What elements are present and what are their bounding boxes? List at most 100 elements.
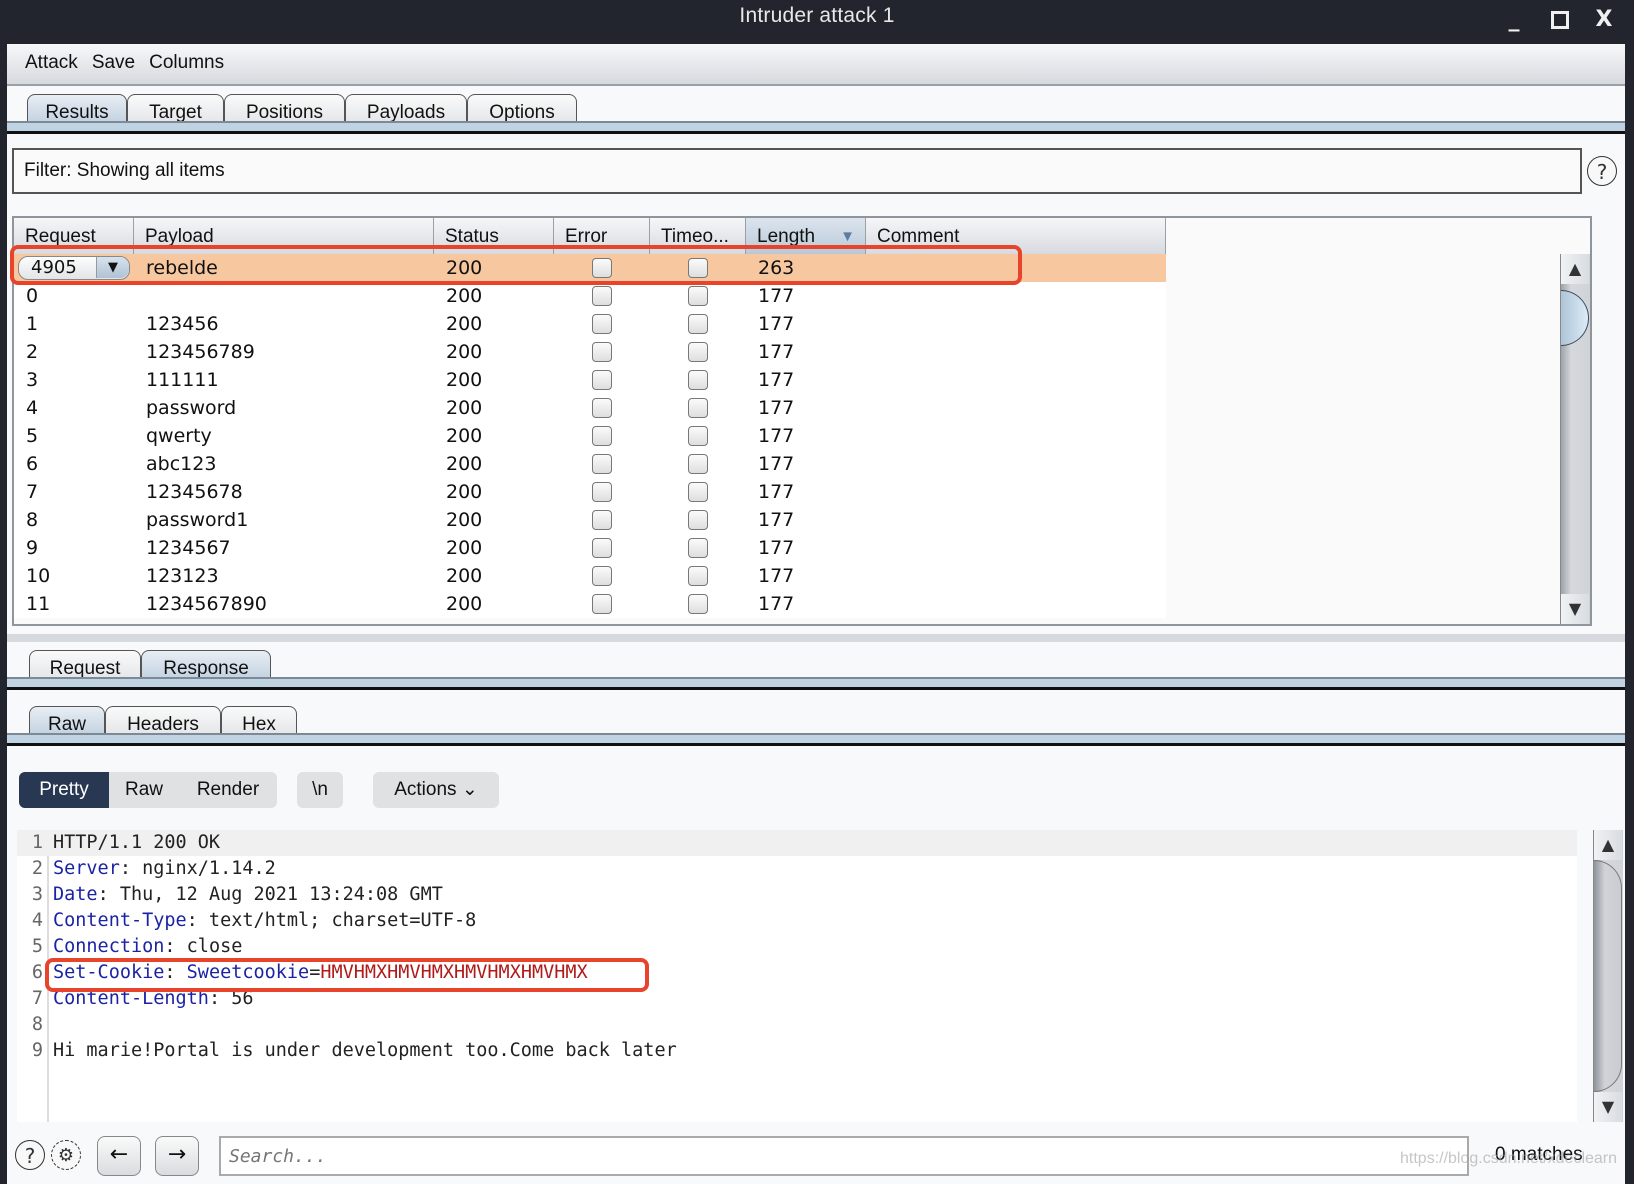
col-error[interactable]: Error [554, 218, 650, 254]
newline-button[interactable]: \n [297, 772, 343, 808]
code-line: 5 Connection: close [17, 934, 1577, 960]
line-number: 5 [31, 936, 43, 957]
length-cell: 177 [758, 285, 795, 307]
close-icon[interactable]: X [1590, 6, 1618, 34]
scroll-up-icon[interactable]: ▲ [1561, 254, 1589, 284]
request-selector[interactable]: 4905 ▼ [18, 256, 130, 280]
col-payload[interactable]: Payload [134, 218, 434, 254]
menu-save[interactable]: Save [92, 52, 135, 74]
scroll-down-icon[interactable]: ▼ [1594, 1092, 1622, 1122]
menu-columns[interactable]: Columns [149, 52, 224, 74]
table-row-selected[interactable]: 4905 ▼ rebelde 200 263 [14, 254, 1166, 282]
tab-underline [7, 121, 1625, 134]
col-comment[interactable]: Comment [866, 218, 1166, 254]
col-length[interactable]: Length ▼ [746, 218, 866, 254]
scroll-thumb[interactable] [1594, 860, 1622, 1092]
length-cell: 177 [758, 397, 795, 419]
scroll-up-icon[interactable]: ▲ [1594, 830, 1622, 860]
maximize-icon[interactable] [1546, 6, 1574, 34]
menu-attack[interactable]: Attack [25, 52, 78, 74]
table-row[interactable]: 11 1234567890 200 177 [14, 590, 1166, 618]
timeout-checkbox[interactable] [688, 314, 708, 334]
status-cell: 200 [446, 425, 483, 447]
error-checkbox[interactable] [592, 370, 612, 390]
table-row[interactable]: 7 12345678 200 177 [14, 478, 1166, 506]
render-button[interactable]: Render [179, 772, 277, 808]
response-editor[interactable]: 1 HTTP/1.1 200 OK 2 Server: nginx/1.14.2 3 Da… [17, 830, 1577, 1122]
table-row[interactable]: 1 123456 200 177 [14, 310, 1166, 338]
search-input[interactable] [219, 1136, 1469, 1176]
error-checkbox[interactable] [592, 426, 612, 446]
pretty-button[interactable]: Pretty [19, 772, 109, 808]
timeout-checkbox[interactable] [688, 482, 708, 502]
timeout-checkbox[interactable] [688, 370, 708, 390]
table-row[interactable]: 0 200 177 [14, 282, 1166, 310]
split-divider[interactable] [7, 634, 1625, 642]
error-checkbox[interactable] [592, 286, 612, 306]
timeout-checkbox[interactable] [688, 566, 708, 586]
error-checkbox[interactable] [592, 258, 612, 278]
table-row[interactable]: 4 password 200 177 [14, 394, 1166, 422]
payload-cell: 1234567 [146, 537, 231, 559]
timeout-checkbox[interactable] [688, 258, 708, 278]
error-checkbox[interactable] [592, 314, 612, 334]
table-row[interactable]: 2 123456789 200 177 [14, 338, 1166, 366]
error-checkbox[interactable] [592, 510, 612, 530]
error-checkbox[interactable] [592, 342, 612, 362]
error-checkbox[interactable] [592, 454, 612, 474]
header-colon: : [97, 884, 109, 905]
table-row[interactable]: 10 123123 200 177 [14, 562, 1166, 590]
line-content: Content-Length: 56 [53, 986, 254, 1012]
actions-button[interactable]: Actions ⌄ [373, 772, 499, 808]
title-bar: Intruder attack 1 _ X [0, 0, 1634, 44]
previous-match-button[interactable]: ← [97, 1136, 141, 1176]
table-row[interactable]: 3 111111 200 177 [14, 366, 1166, 394]
line-text: Hi marie!Portal is under development too… [53, 1040, 677, 1061]
payload-cell: 123456789 [146, 341, 255, 363]
table-header: Request Payload Status Error Timeo... Le… [14, 218, 1166, 256]
error-checkbox[interactable] [592, 538, 612, 558]
status-cell: 200 [446, 257, 483, 279]
timeout-checkbox[interactable] [688, 342, 708, 362]
help-icon[interactable]: ? [15, 1140, 45, 1170]
menu-bar: Attack Save Columns [7, 44, 1625, 86]
status-cell: 200 [446, 481, 483, 503]
table-row[interactable]: 6 abc123 200 177 [14, 450, 1166, 478]
error-checkbox[interactable] [592, 482, 612, 502]
timeout-checkbox[interactable] [688, 510, 708, 530]
table-body: 4905 ▼ rebelde 200 263 0 200 177 1 123456 200… [14, 254, 1166, 618]
scroll-thumb[interactable] [1561, 290, 1589, 346]
error-checkbox[interactable] [592, 566, 612, 586]
next-match-button[interactable]: → [155, 1136, 199, 1176]
table-row[interactable]: 5 qwerty 200 177 [14, 422, 1166, 450]
col-status[interactable]: Status [434, 218, 554, 254]
payload-cell: 123123 [146, 565, 219, 587]
table-row[interactable]: 9 1234567 200 177 [14, 534, 1166, 562]
code-line: 2 Server: nginx/1.14.2 [17, 856, 1577, 882]
table-row[interactable]: 8 password1 200 177 [14, 506, 1166, 534]
editor-scrollbar[interactable]: ▲ ▼ [1593, 830, 1623, 1122]
col-request[interactable]: Request [14, 218, 134, 254]
results-scrollbar[interactable]: ▲ ▼ [1560, 254, 1590, 624]
scroll-down-icon[interactable]: ▼ [1561, 594, 1589, 624]
dropdown-arrow-icon[interactable]: ▼ [96, 257, 129, 278]
header-value: close [175, 936, 243, 957]
filter-bar[interactable]: Filter: Showing all items [12, 148, 1582, 194]
timeout-checkbox[interactable] [688, 426, 708, 446]
timeout-checkbox[interactable] [688, 398, 708, 418]
raw-button[interactable]: Raw [109, 772, 179, 808]
timeout-checkbox[interactable] [688, 594, 708, 614]
filter-help-icon[interactable]: ? [1587, 156, 1617, 186]
minimize-icon[interactable]: _ [1500, 6, 1528, 34]
view-mode-group: Pretty Raw Render [19, 772, 277, 808]
timeout-checkbox[interactable] [688, 454, 708, 474]
timeout-checkbox[interactable] [688, 538, 708, 558]
col-timeout[interactable]: Timeo... [650, 218, 746, 254]
length-cell: 177 [758, 565, 795, 587]
length-cell: 177 [758, 593, 795, 615]
error-checkbox[interactable] [592, 594, 612, 614]
settings-gear-icon[interactable]: ⚙ [51, 1140, 81, 1170]
error-checkbox[interactable] [592, 398, 612, 418]
results-table: Request Payload Status Error Timeo... Le… [12, 216, 1592, 626]
timeout-checkbox[interactable] [688, 286, 708, 306]
